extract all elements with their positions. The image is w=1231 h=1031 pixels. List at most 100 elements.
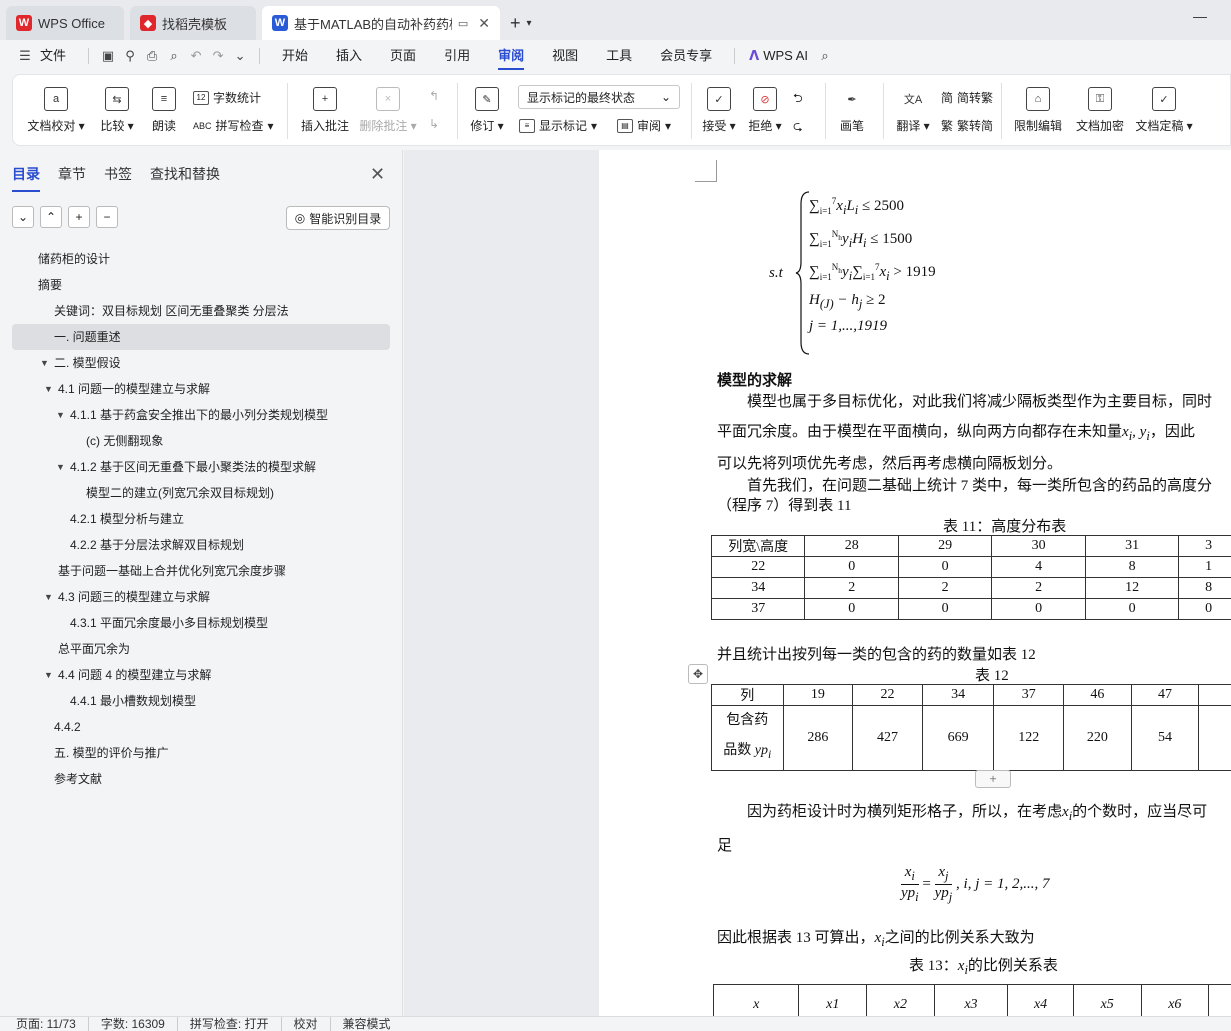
word-count-button[interactable]: 12 字数统计: [193, 89, 261, 106]
table-cell[interactable]: 34: [710, 577, 806, 599]
compare-button[interactable]: ⇆ 比较 ▾: [97, 87, 137, 134]
doc-check-button[interactable]: a 文档校对 ▾: [27, 87, 85, 134]
menu-reference[interactable]: 引用: [430, 40, 484, 72]
table-cell[interactable]: 4: [991, 556, 1086, 578]
table-cell[interactable]: 8: [1178, 577, 1231, 599]
table-cell[interactable]: 0: [897, 598, 993, 620]
table-13[interactable]: x x1 x2 x3 x4 x5 x6: [712, 984, 1231, 1016]
table-header-cell[interactable]: 列宽\高度: [710, 535, 806, 557]
table-header-cell[interactable]: x5: [1072, 984, 1142, 1016]
chevron-down-icon[interactable]: ⌄: [12, 206, 34, 228]
toc-item[interactable]: 参考文献: [12, 766, 390, 792]
expand-triangle-icon[interactable]: ▼: [56, 402, 65, 428]
table-cell[interactable]: 1: [1178, 556, 1231, 578]
revise-button[interactable]: ✎ 修订 ▾: [467, 87, 507, 134]
table-header-cell[interactable]: x6: [1140, 984, 1210, 1016]
toc-item[interactable]: 一. 问题重述: [12, 324, 390, 350]
encrypt-button[interactable]: ⚿ 文档加密: [1073, 87, 1127, 134]
tab-find-replace[interactable]: 查找和替换: [150, 164, 220, 192]
table-header-cell[interactable]: 列: [711, 684, 784, 706]
chevron-down-icon[interactable]: ⌄: [229, 45, 251, 67]
expand-triangle-icon[interactable]: ▼: [44, 662, 53, 688]
table-header-cell[interactable]: 28: [804, 535, 899, 557]
toc-item[interactable]: 五. 模型的评价与推广: [12, 740, 390, 766]
close-tab-icon[interactable]: ✕: [478, 15, 490, 32]
read-aloud-button[interactable]: ≡ 朗读: [147, 87, 181, 134]
table-cell[interactable]: 669: [921, 705, 995, 771]
document-page[interactable]: s.t ∑i=17xiLi ≤ 2500 ∑i=1NhyiHi ≤ 1500 ∑…: [599, 150, 1231, 1016]
print-preview-icon[interactable]: ⌕: [163, 45, 185, 67]
new-tab-button[interactable]: + ▾: [510, 6, 532, 40]
table-cell[interactable]: 8: [1084, 556, 1180, 578]
toc-item[interactable]: 4.2.1 模型分析与建立: [12, 506, 390, 532]
finalize-button[interactable]: ✓ 文档定稿 ▾: [1133, 87, 1195, 134]
toc-item[interactable]: 基于问题一基础上合并优化列宽冗余度步骤: [12, 558, 390, 584]
table-header-cell[interactable]: 34: [921, 684, 995, 706]
table-cell[interactable]: 2: [991, 577, 1086, 599]
save-icon[interactable]: ▣: [97, 45, 119, 67]
table-header-cell[interactable]: 30: [991, 535, 1086, 557]
toc-item[interactable]: 4.3.1 平面冗余度最小多目标规划模型: [12, 610, 390, 636]
toc-item[interactable]: (c) 无侧翻现象: [12, 428, 390, 454]
table-cell[interactable]: 220: [1063, 705, 1132, 771]
tab-docer[interactable]: ◆ 找稻壳模板: [130, 6, 256, 40]
status-spell-check[interactable]: 拼写检查: 打开: [190, 1017, 282, 1031]
menu-tools[interactable]: 工具: [592, 40, 646, 72]
toc-item[interactable]: 关键词：双目标规划 区间无重叠聚类 分层法: [12, 298, 390, 324]
hamburger-icon[interactable]: ☰: [14, 45, 36, 67]
table-header-cell[interactable]: [1208, 984, 1231, 1016]
expand-triangle-icon[interactable]: ▼: [44, 376, 53, 402]
wps-ai-button[interactable]: ᐱ WPS AI: [743, 40, 814, 72]
table-cell[interactable]: 122: [993, 705, 1065, 771]
table-cell[interactable]: 12: [1084, 577, 1180, 599]
spell-check-button[interactable]: ABC 拼写检查 ▾: [193, 117, 274, 134]
table-header-cell[interactable]: 46: [1063, 684, 1132, 706]
menu-review[interactable]: 审阅: [484, 40, 538, 72]
table-cell[interactable]: 0: [804, 556, 899, 578]
reject-button[interactable]: ⊘ 拒绝 ▾: [745, 87, 785, 134]
accept-button[interactable]: ✓ 接受 ▾: [699, 87, 739, 134]
toc-item[interactable]: ▼ 4.3 问题三的模型建立与求解: [12, 584, 390, 610]
pen-button[interactable]: ✒ 画笔: [835, 87, 869, 134]
toc-item[interactable]: 4.2.2 基于分层法求解双目标规划: [12, 532, 390, 558]
table-cell[interactable]: 22: [710, 556, 806, 578]
table-move-handle-icon[interactable]: ✥: [688, 664, 708, 684]
toc-item[interactable]: ▼ 4.4 问题 4 的模型建立与求解: [12, 662, 390, 688]
table-cell[interactable]: 54: [1130, 705, 1200, 771]
redo-icon[interactable]: ↷: [207, 45, 229, 67]
tab-sections[interactable]: 章节: [58, 164, 86, 192]
table-11[interactable]: 列宽\高度 28 29 30 31 3 22 0 0 4 8 1 34 2 2 2 12 8 37 0 0 0 0 0: [710, 535, 1231, 620]
menu-page[interactable]: 页面: [376, 40, 430, 72]
toc-item[interactable]: 模型二的建立(列宽冗余双目标规划): [12, 480, 390, 506]
to-traditional-button[interactable]: 简 简转繁: [941, 89, 993, 106]
prev-change-icon[interactable]: ⮌: [793, 89, 803, 110]
table-cell[interactable]: 2: [897, 577, 993, 599]
toc-item[interactable]: 4.4.2: [12, 714, 390, 740]
table-header-cell[interactable]: x: [712, 984, 800, 1016]
undo-icon[interactable]: ↶: [185, 45, 207, 67]
minimize-icon[interactable]: —: [1193, 8, 1207, 24]
delete-comment-button[interactable]: × 删除批注 ▾: [359, 87, 417, 134]
table-header-cell[interactable]: 22: [852, 684, 923, 706]
table-header-cell[interactable]: 31: [1084, 535, 1180, 557]
prev-comment-icon[interactable]: ↰: [429, 89, 439, 103]
table-header-cell[interactable]: x3: [933, 984, 1009, 1016]
table-header-cell[interactable]: 37: [993, 684, 1065, 706]
toc-item[interactable]: ▼ 4.1 问题一的模型建立与求解: [12, 376, 390, 402]
table-cell[interactable]: 0: [804, 598, 899, 620]
table-header-cell[interactable]: x4: [1007, 984, 1074, 1016]
menu-insert[interactable]: 插入: [322, 40, 376, 72]
menu-home[interactable]: 开始: [268, 40, 322, 72]
chevron-up-icon[interactable]: ⌃: [40, 206, 62, 228]
status-page[interactable]: 页面: 11/73: [16, 1017, 89, 1031]
translate-button[interactable]: 文A 翻译 ▾: [893, 87, 933, 134]
toc-item[interactable]: 摘要: [12, 272, 390, 298]
show-markup-button[interactable]: ≡ 显示标记 ▾: [519, 117, 597, 134]
add-row-button[interactable]: +: [975, 770, 1011, 788]
table-header-cell[interactable]: 47: [1130, 684, 1200, 706]
table-header-cell[interactable]: 3: [1178, 535, 1231, 557]
status-proofing[interactable]: 校对: [294, 1017, 331, 1031]
status-word-count[interactable]: 字数: 16309: [101, 1017, 178, 1031]
table-header-cell[interactable]: 29: [897, 535, 993, 557]
table-cell[interactable]: 2: [804, 577, 899, 599]
